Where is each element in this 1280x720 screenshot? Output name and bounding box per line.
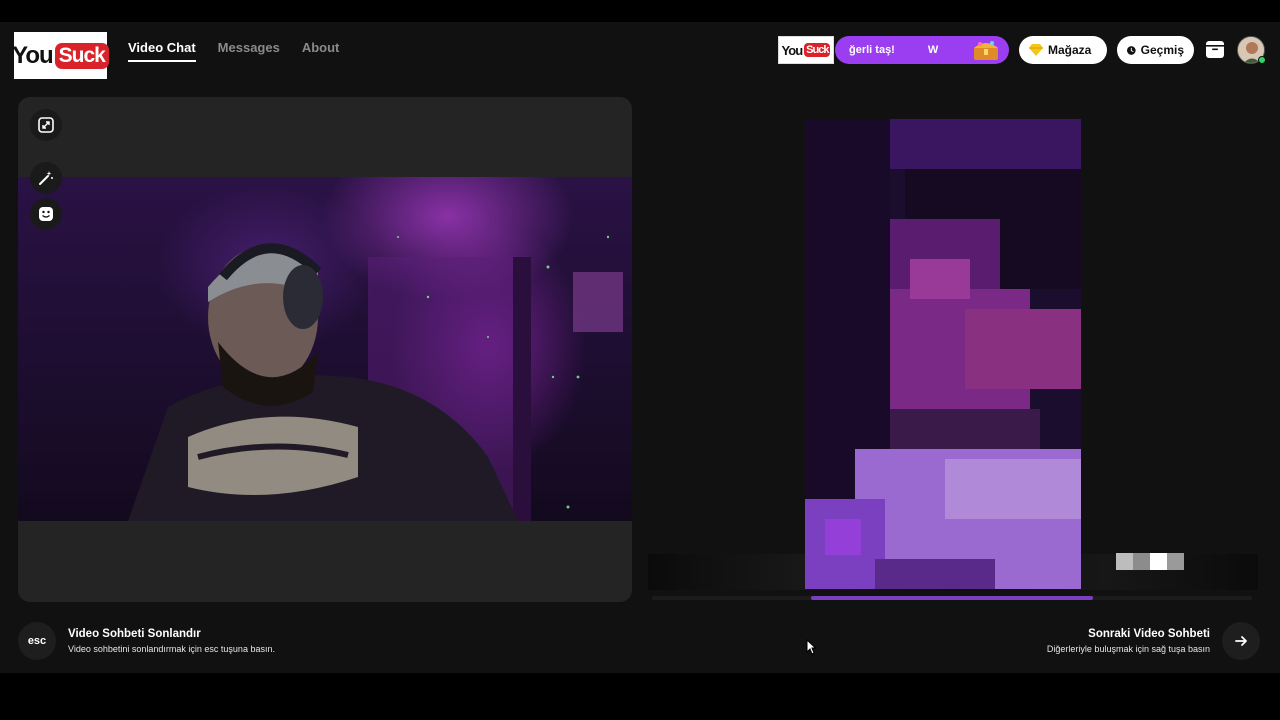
connection-progress-fill	[811, 596, 1093, 600]
promo-banner[interactable]: ğerli taş! W	[835, 36, 1009, 64]
promo-brand-logo[interactable]: You Suck	[778, 36, 834, 64]
main-nav: Video Chat Messages About	[128, 40, 339, 62]
face-filter-icon	[39, 207, 53, 221]
own-camera-video	[18, 177, 632, 521]
nav-about[interactable]: About	[302, 40, 340, 62]
remote-video-pixelated	[805, 119, 1081, 589]
store-button[interactable]: Mağaza	[1019, 36, 1107, 64]
end-chat-text: Video Sohbeti Sonlandır Video sohbetini …	[68, 628, 275, 654]
end-chat-subtitle: Video sohbetini sonlandırmak için esc tu…	[68, 644, 275, 654]
end-chat-action[interactable]: esc Video Sohbeti Sonlandır Video sohbet…	[18, 622, 275, 660]
promo-text-scroll: W	[927, 44, 939, 56]
small-logo-you-text: You	[781, 42, 804, 58]
arrow-right-icon	[1235, 636, 1247, 646]
mouse-cursor-icon	[806, 639, 816, 655]
next-chat-button[interactable]	[1222, 622, 1260, 660]
clock-icon	[1127, 45, 1136, 55]
fullscreen-button[interactable]	[30, 109, 62, 141]
webcam-scene	[128, 235, 623, 521]
archive-box-icon[interactable]	[1205, 39, 1225, 59]
pixel-chip	[1150, 553, 1167, 570]
own-camera-panel	[18, 97, 632, 602]
app-window: You Suck Video Chat Messages About You S…	[0, 22, 1280, 673]
pixel-chip	[1116, 553, 1133, 570]
pixel-chip	[1133, 553, 1150, 570]
history-button[interactable]: Geçmiş	[1117, 36, 1194, 64]
end-chat-title: Video Sohbeti Sonlandır	[68, 628, 201, 640]
magic-wand-icon	[39, 171, 53, 185]
esc-key-button[interactable]: esc	[18, 622, 56, 660]
next-chat-subtitle: Diğerleriyle buluşmak için sağ tuşa bası…	[1046, 644, 1210, 654]
fullscreen-icon	[38, 117, 54, 133]
face-filter-button[interactable]	[30, 198, 62, 230]
history-label: Geçmiş	[1140, 43, 1184, 57]
pixel-chips	[1116, 553, 1184, 570]
logo-you-text: You	[12, 41, 54, 69]
treasure-chest-icon	[974, 41, 998, 60]
effects-button[interactable]	[30, 162, 62, 194]
next-chat-action[interactable]: Sonraki Video Sohbeti Diğerleriyle buluş…	[1047, 622, 1260, 660]
diamond-icon	[1029, 44, 1043, 56]
pixel-chip	[1167, 553, 1184, 570]
nav-messages[interactable]: Messages	[218, 40, 280, 62]
online-status-dot	[1258, 56, 1266, 64]
brand-logo[interactable]: You Suck	[12, 32, 109, 79]
nav-video-chat[interactable]: Video Chat	[128, 40, 196, 62]
top-header: You Suck Video Chat Messages About You S…	[0, 22, 1280, 86]
logo-suck-text: Suck	[54, 42, 109, 69]
pixelated-stranger-image	[805, 119, 1081, 589]
next-chat-title: Sonraki Video Sohbeti	[1088, 628, 1210, 640]
promo-text: ğerli taş!	[849, 44, 895, 56]
remote-video-panel	[648, 97, 1258, 602]
store-label: Mağaza	[1048, 43, 1092, 57]
next-chat-text: Sonraki Video Sohbeti Diğerleriyle buluş…	[1047, 628, 1210, 654]
small-logo-suck-text: Suck	[804, 43, 831, 57]
